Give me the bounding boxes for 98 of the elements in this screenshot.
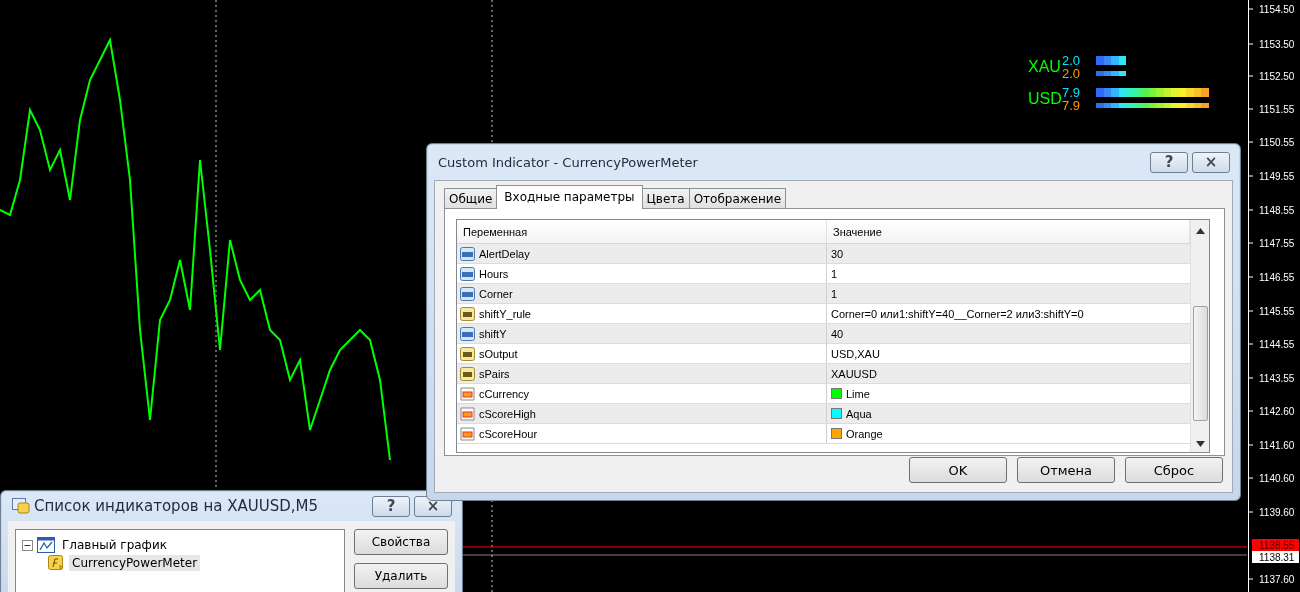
price-label: 1139.60 (1259, 507, 1295, 518)
dialog-button[interactable]: Удалить (354, 563, 448, 589)
scroll-up-icon[interactable] (1195, 228, 1205, 234)
tab[interactable]: Общие (444, 188, 498, 208)
color-type-icon (460, 386, 475, 401)
parameter-name: sOutput (479, 347, 518, 360)
price-label: 1142.60 (1259, 406, 1295, 417)
dialog-button[interactable]: Сброс (1125, 457, 1223, 483)
parameter-value[interactable]: Orange (846, 427, 883, 440)
parameter-value[interactable]: 40 (831, 327, 844, 340)
tick-mark (1248, 108, 1254, 110)
parameter-value[interactable]: 30 (831, 247, 844, 260)
parameter-value[interactable]: Corner=0 или1:shiftY=40__Corner=2 или3:shiftY=0 (831, 307, 1084, 320)
window-title: Custom Indicator - CurrencyPowerMeter (438, 154, 699, 170)
parameter-name: shiftY (479, 327, 507, 340)
number-type-icon (460, 246, 475, 261)
column-header[interactable]: Переменная (457, 220, 827, 243)
parameter-name: sPairs (479, 367, 510, 380)
tick-mark (1248, 175, 1254, 177)
indicator-icon (48, 555, 65, 571)
parameter-value[interactable]: 1 (831, 287, 838, 300)
parameter-value[interactable]: USD,XAU (831, 347, 880, 360)
price-label: 1145.55 (1259, 306, 1295, 317)
dialog-button[interactable]: Отмена (1017, 457, 1115, 483)
tick-mark (1248, 343, 1254, 345)
price-label: 1141.60 (1259, 440, 1295, 451)
price-label: 1153.50 (1259, 39, 1295, 50)
chart-window-icon (37, 537, 55, 553)
price-label: 1137.60 (1259, 574, 1295, 585)
tick-mark (1248, 242, 1254, 244)
dialog-button[interactable]: OK (909, 457, 1007, 483)
price-label: 1152.50 (1259, 71, 1295, 82)
tab[interactable]: Входные параметры (496, 185, 643, 209)
text-type-icon (460, 346, 475, 361)
parameter-value[interactable]: XAUUSD (831, 367, 877, 380)
parameter-name: cScoreHigh (479, 407, 536, 420)
tab[interactable]: Отображение (688, 188, 787, 208)
color-type-icon (460, 406, 475, 421)
number-type-icon (460, 266, 475, 281)
price-label: 1151.55 (1259, 104, 1295, 115)
price-label: 1154.50 (1259, 4, 1295, 15)
tick-mark (1248, 75, 1254, 77)
price-label: 1143.55 (1259, 373, 1295, 384)
text-type-icon (460, 306, 475, 321)
parameter-name: cScoreHour (479, 427, 538, 440)
tree-item[interactable]: CurrencyPowerMeter (69, 555, 201, 571)
number-type-icon (460, 286, 475, 301)
strength-value: 2.0 (1062, 54, 1082, 67)
price-marker-label: 1138.55 (1259, 540, 1295, 551)
price-label: 1146.55 (1259, 272, 1295, 283)
parameter-name: Hours (479, 267, 509, 280)
tick-mark (1248, 141, 1254, 143)
tab[interactable]: Цвета (641, 188, 690, 208)
strength-value: 2.0 (1062, 67, 1082, 80)
help-button[interactable]: ? (1150, 151, 1188, 173)
text-type-icon (460, 366, 475, 381)
help-button[interactable]: ? (372, 495, 410, 517)
parameter-name: shiftY_rule (479, 307, 531, 320)
indicator-list-icon (12, 498, 30, 514)
tick-mark (1248, 8, 1254, 10)
tick-mark (1248, 43, 1254, 45)
number-type-icon (460, 326, 475, 341)
price-label: 1150.55 (1259, 137, 1295, 148)
price-label: 1148.55 (1259, 205, 1295, 216)
strength-value: 7.9 (1062, 99, 1082, 112)
tick-mark (1248, 410, 1254, 412)
parameter-value[interactable]: Lime (846, 387, 870, 400)
currency-label: XAU (1028, 58, 1062, 76)
dialog-button[interactable]: Свойства (354, 529, 448, 555)
price-label: 1147.55 (1259, 238, 1295, 249)
parameter-value[interactable]: Aqua (846, 407, 872, 420)
strength-value: 7.9 (1062, 86, 1082, 99)
parameter-name: cCurrency (479, 387, 530, 400)
collapse-icon[interactable] (22, 539, 33, 551)
tick-mark (1248, 209, 1254, 211)
scroll-down-icon[interactable] (1195, 441, 1205, 447)
tick-mark (1248, 310, 1254, 312)
strength-bar (1096, 71, 1126, 76)
tick-mark (1248, 511, 1254, 513)
parameter-value[interactable]: 1 (831, 267, 838, 280)
window-title: Список индикаторов на XAUUSD,M5 (34, 497, 320, 515)
currency-label: USD (1028, 90, 1062, 107)
strength-bar (1096, 56, 1126, 65)
close-button[interactable]: × (1192, 151, 1230, 173)
color-type-icon (460, 426, 475, 441)
parameter-name: Corner (479, 287, 513, 300)
price-label: 1144.55 (1259, 339, 1295, 350)
tick-mark (1248, 578, 1254, 580)
tick-mark (1248, 444, 1254, 446)
price-label: 1149.55 (1259, 171, 1295, 182)
tick-mark (1248, 477, 1254, 479)
tick-mark (1248, 276, 1254, 278)
price-label: 1140.60 (1259, 473, 1295, 484)
scrollbar[interactable] (1190, 220, 1209, 452)
tree-item[interactable]: Главный график (59, 537, 170, 553)
tick-mark (1248, 377, 1254, 379)
price-marker-label: 1138.31 (1259, 552, 1295, 563)
parameter-name: AlertDelay (479, 247, 530, 260)
